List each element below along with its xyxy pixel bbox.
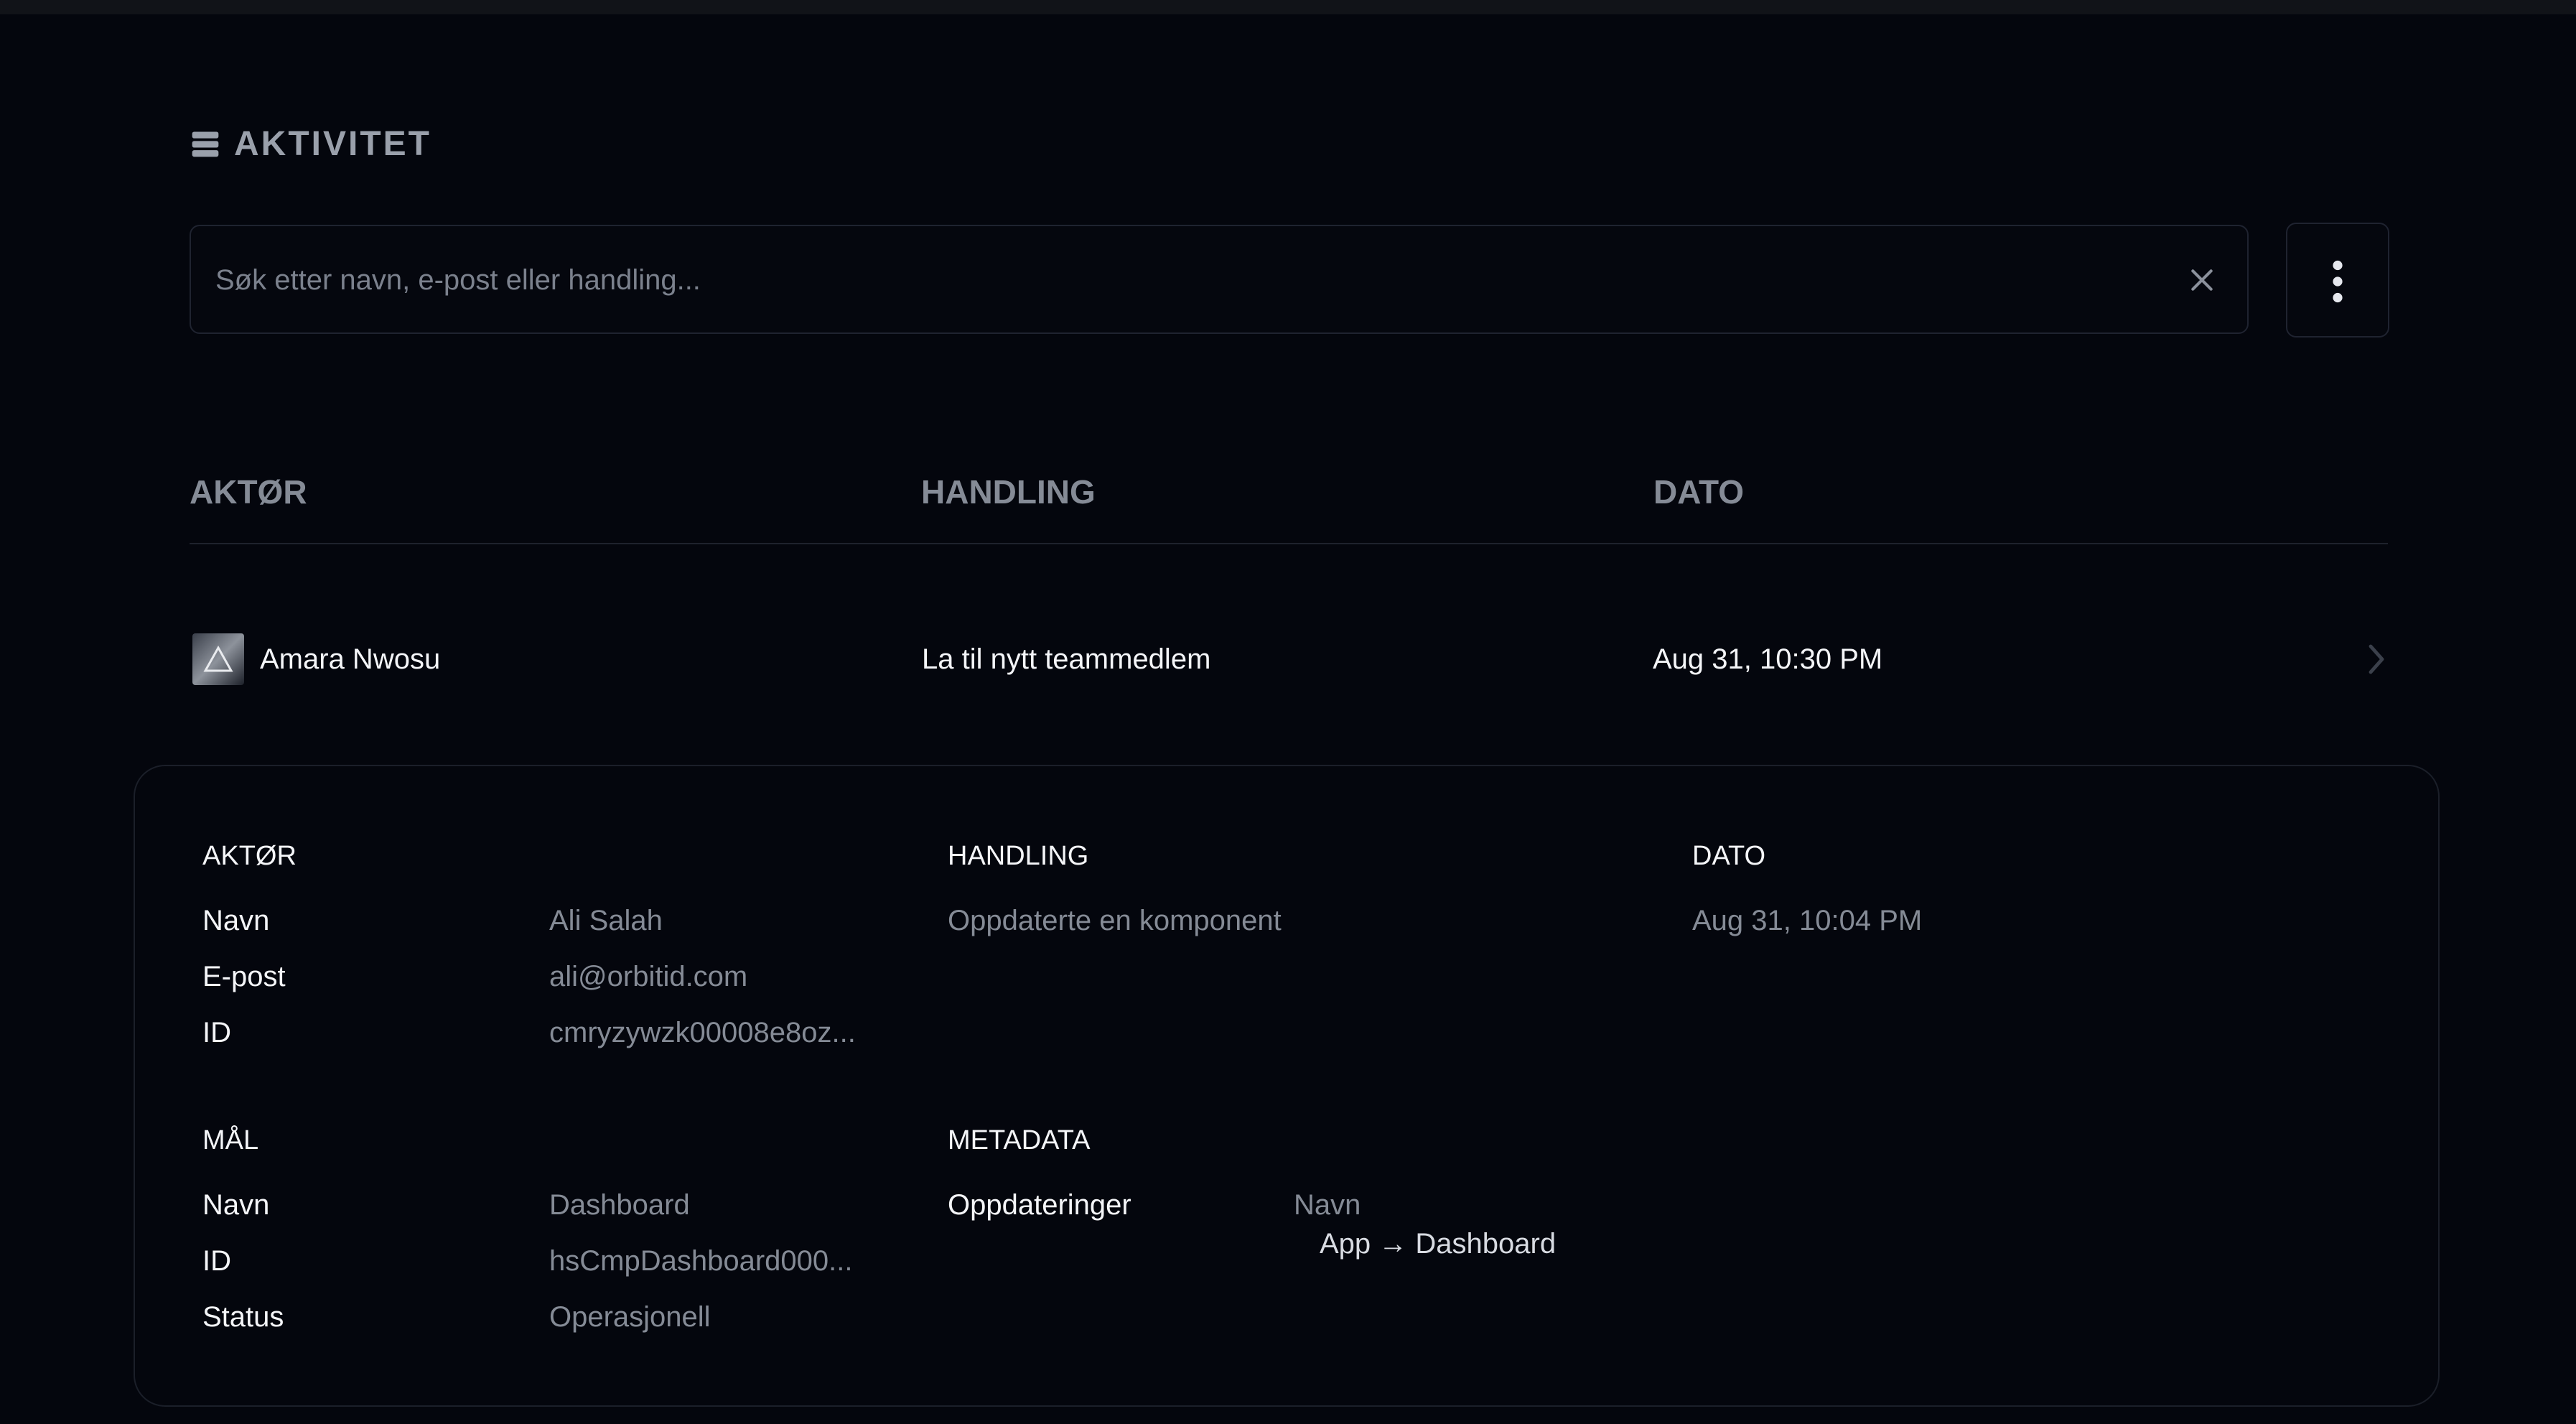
- column-header-date[interactable]: DATO: [1653, 470, 1744, 513]
- column-header-action[interactable]: HANDLING: [921, 470, 1096, 513]
- detail-action-value: Oppdaterte en komponent: [948, 905, 1282, 936]
- detail-metadata-key: Navn: [1294, 1189, 1361, 1221]
- detail-actor-id-label: ID: [202, 1017, 231, 1048]
- top-bar: [0, 0, 2576, 14]
- detail-actor-email-label: E-post: [202, 961, 286, 992]
- detail-target-id-value: hsCmpDashboard000...: [549, 1245, 853, 1277]
- section-title: AKTIVITET: [234, 124, 431, 163]
- detail-actor-id-value: cmryzywzk00008e8oz...: [549, 1017, 856, 1048]
- detail-action-heading: HANDLING: [948, 841, 1089, 871]
- detail-actor-heading: AKTØR: [202, 841, 297, 871]
- detail-actor-email-value: ali@orbitid.com: [549, 961, 748, 992]
- row-date: Aug 31, 10:30 PM: [1653, 643, 1883, 675]
- column-header-actor[interactable]: AKTØR: [190, 470, 307, 513]
- row-action: La til nytt teammedlem: [922, 643, 1211, 675]
- detail-metadata-heading: METADATA: [948, 1125, 1091, 1155]
- detail-date-heading: DATO: [1692, 841, 1766, 871]
- search-box: [190, 225, 2249, 334]
- detail-target-status-label: Status: [202, 1301, 284, 1333]
- detail-panel: [134, 765, 2440, 1407]
- avatar: [192, 633, 244, 685]
- detail-date-value: Aug 31, 10:04 PM: [1692, 905, 1923, 936]
- detail-metadata-change: App → Dashboard: [1320, 1228, 1557, 1260]
- section-header: AKTIVITET: [190, 121, 431, 167]
- detail-target-heading: MÅL: [202, 1125, 259, 1155]
- detail-target-id-label: ID: [202, 1245, 231, 1277]
- more-vertical-icon: [2333, 260, 2343, 303]
- close-icon[interactable]: [2188, 266, 2216, 294]
- detail-target-name-value: Dashboard: [549, 1189, 690, 1221]
- more-options-button[interactable]: [2286, 223, 2389, 338]
- detail-actor-name-value: Ali Salah: [549, 905, 663, 936]
- detail-target-status-value: Operasjonell: [549, 1301, 711, 1333]
- detail-metadata-label: Oppdateringer: [948, 1189, 1131, 1221]
- header-divider: [190, 543, 2388, 544]
- search-input[interactable]: [214, 226, 2155, 334]
- detail-actor-name-label: Navn: [202, 905, 270, 936]
- row-actor-name: Amara Nwosu: [260, 643, 441, 675]
- detail-target-name-label: Navn: [202, 1189, 270, 1221]
- chevron-right-icon[interactable]: [2366, 643, 2386, 675]
- server-stack-icon: [192, 131, 219, 157]
